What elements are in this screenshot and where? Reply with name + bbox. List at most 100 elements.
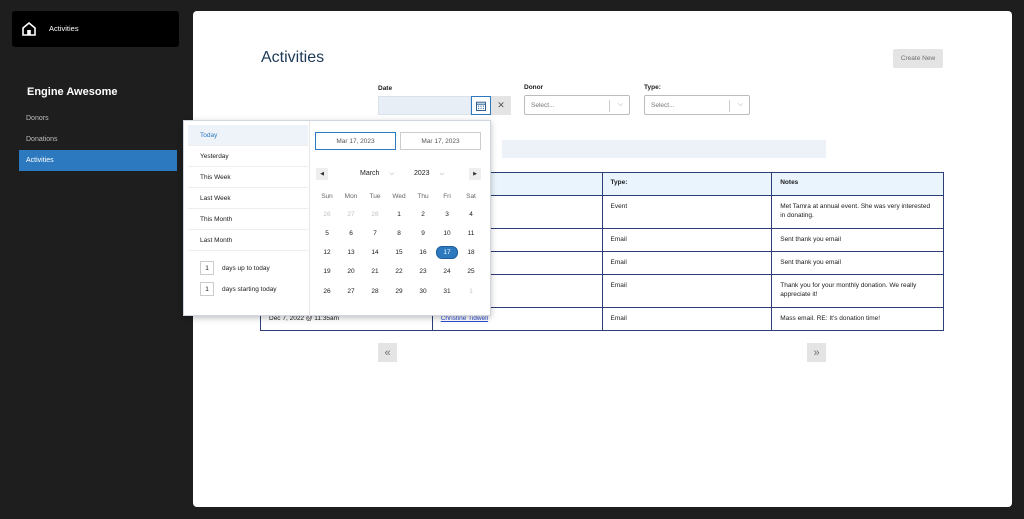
calendar-day[interactable]: 24 [436,265,458,278]
calendar-day[interactable]: 1 [388,208,410,221]
calendar-day[interactable]: 6 [340,227,362,240]
calendar-day[interactable]: 29 [388,285,410,298]
brand-name: Engine Awesome [27,86,118,98]
calendar-day[interactable]: 10 [436,227,458,240]
range-last-month[interactable]: Last Month [188,230,308,251]
donor-select[interactable]: Select... ⌵ [524,95,630,115]
sidebar-item-activities[interactable]: Activities [19,150,177,171]
page-title: Activities [261,49,325,66]
sidebar-item-donors[interactable]: Donors [19,108,177,129]
home-icon [22,21,36,36]
calendar-day[interactable]: 4 [460,208,482,221]
sidebar-nav: Donors Donations Activities [19,108,177,171]
calendar-day[interactable]: 31 [436,285,458,298]
days-starting-label: days starting today [222,285,277,293]
calendar-day[interactable]: 14 [364,246,386,259]
cell-notes: Sent thank you email [771,228,944,252]
donor-filter-label: Donor [524,84,544,91]
days-up-label: days up to today [222,264,270,272]
calendar-day[interactable]: 19 [316,265,338,278]
cell-type: Event [601,195,773,229]
range-start-date[interactable]: Mar 17, 2023 [315,132,396,150]
calendar-day[interactable]: 21 [364,265,386,278]
weekday-label: Tue [369,193,381,200]
days-up-input[interactable]: 1 [200,261,214,275]
range-this-week[interactable]: This Week [188,167,308,188]
next-month-button[interactable]: ▶ [469,168,481,180]
calendar-day[interactable]: 2 [412,208,434,221]
create-new-button[interactable]: Create New [893,49,943,68]
chevron-down-icon: ⌵ [439,171,445,177]
calendar-day[interactable]: 16 [412,246,434,259]
clear-date-button[interactable]: ✕ [491,96,511,115]
days-up-to-today-row: 1 days up to today [200,261,270,275]
calendar-day[interactable]: 26 [316,285,338,298]
calendar-day[interactable]: 17 [436,246,458,259]
type-select-placeholder: Select... [651,102,675,109]
calendar-day[interactable]: 15 [388,246,410,259]
calendar-day[interactable]: 30 [412,285,434,298]
days-starting-input[interactable]: 1 [200,282,214,296]
calendar-day[interactable]: 23 [412,265,434,278]
cell-type: Email [601,307,773,331]
column-header-type[interactable]: Type: [601,172,773,196]
cell-type: Email [601,251,773,275]
weekday-label: Mon [344,193,358,200]
weekday-label: Fri [443,193,451,200]
home-label: Activities [49,24,79,33]
range-yesterday[interactable]: Yesterday [188,146,308,167]
year-select[interactable]: 2023 ⌵ [414,170,444,178]
donor-select-placeholder: Select... [531,102,555,109]
calendar-icon [476,101,486,111]
calendar-day[interactable]: 22 [388,265,410,278]
range-this-month[interactable]: This Month [188,209,308,230]
home-button[interactable]: Activities [12,11,179,47]
donor-link[interactable]: Christine Tidwell [441,315,488,322]
date-filter-input[interactable] [378,96,471,115]
calendar-day[interactable]: 13 [340,246,362,259]
date-range-picker: Today Yesterday This Week Last Week This… [183,120,491,317]
column-header-notes[interactable]: Notes [771,172,944,196]
sidebar-item-donations[interactable]: Donations [19,129,177,150]
cell-type: Email [601,274,773,308]
calendar-day[interactable]: 5 [316,227,338,240]
range-today[interactable]: Today [188,125,308,146]
calendar-day[interactable]: 20 [340,265,362,278]
calendar-day[interactable]: 12 [316,246,338,259]
cell-notes: Thank you for your monthly donation. We … [771,274,944,308]
month-label: March [360,170,380,177]
next-page-button[interactable]: » [807,343,826,362]
date-filter-label: Date [378,85,393,92]
calendar-day[interactable]: 7 [364,227,386,240]
prev-month-button[interactable]: ◀ [316,168,328,180]
preset-ranges: Today Yesterday This Week Last Week This… [188,125,308,251]
range-last-week[interactable]: Last Week [188,188,308,209]
previous-page-button[interactable]: « [378,343,397,362]
range-end-date[interactable]: Mar 17, 2023 [400,132,481,150]
calendar-day[interactable]: 28 [364,285,386,298]
calendar-day[interactable]: 26 [316,208,338,221]
calendar-day[interactable]: 1 [460,285,482,298]
weekday-label: Thu [417,193,429,200]
calendar-day[interactable]: 25 [460,265,482,278]
weekday-label: Sat [466,193,476,200]
calendar-day[interactable]: 27 [340,208,362,221]
days-starting-today-row: 1 days starting today [200,282,277,296]
calendar-button[interactable] [471,96,491,115]
calendar-day[interactable]: 8 [388,227,410,240]
calendar-day[interactable]: 28 [364,208,386,221]
calendar-day[interactable]: 3 [436,208,458,221]
month-select[interactable]: March ⌵ [360,170,394,178]
calendar-day[interactable]: 18 [460,246,482,259]
chevron-down-icon: ⌵ [389,171,395,177]
chevron-down-icon: ⌵ [737,101,743,108]
weekday-label: Wed [392,193,406,200]
type-filter-label: Type: [644,84,661,91]
calendar-day[interactable]: 11 [460,227,482,240]
type-select[interactable]: Select... ⌵ [644,95,750,115]
calendar-day[interactable]: 9 [412,227,434,240]
cell-type: Email [601,228,773,252]
year-label: 2023 [414,170,430,177]
calendar-day[interactable]: 27 [340,285,362,298]
info-banner [502,140,826,158]
